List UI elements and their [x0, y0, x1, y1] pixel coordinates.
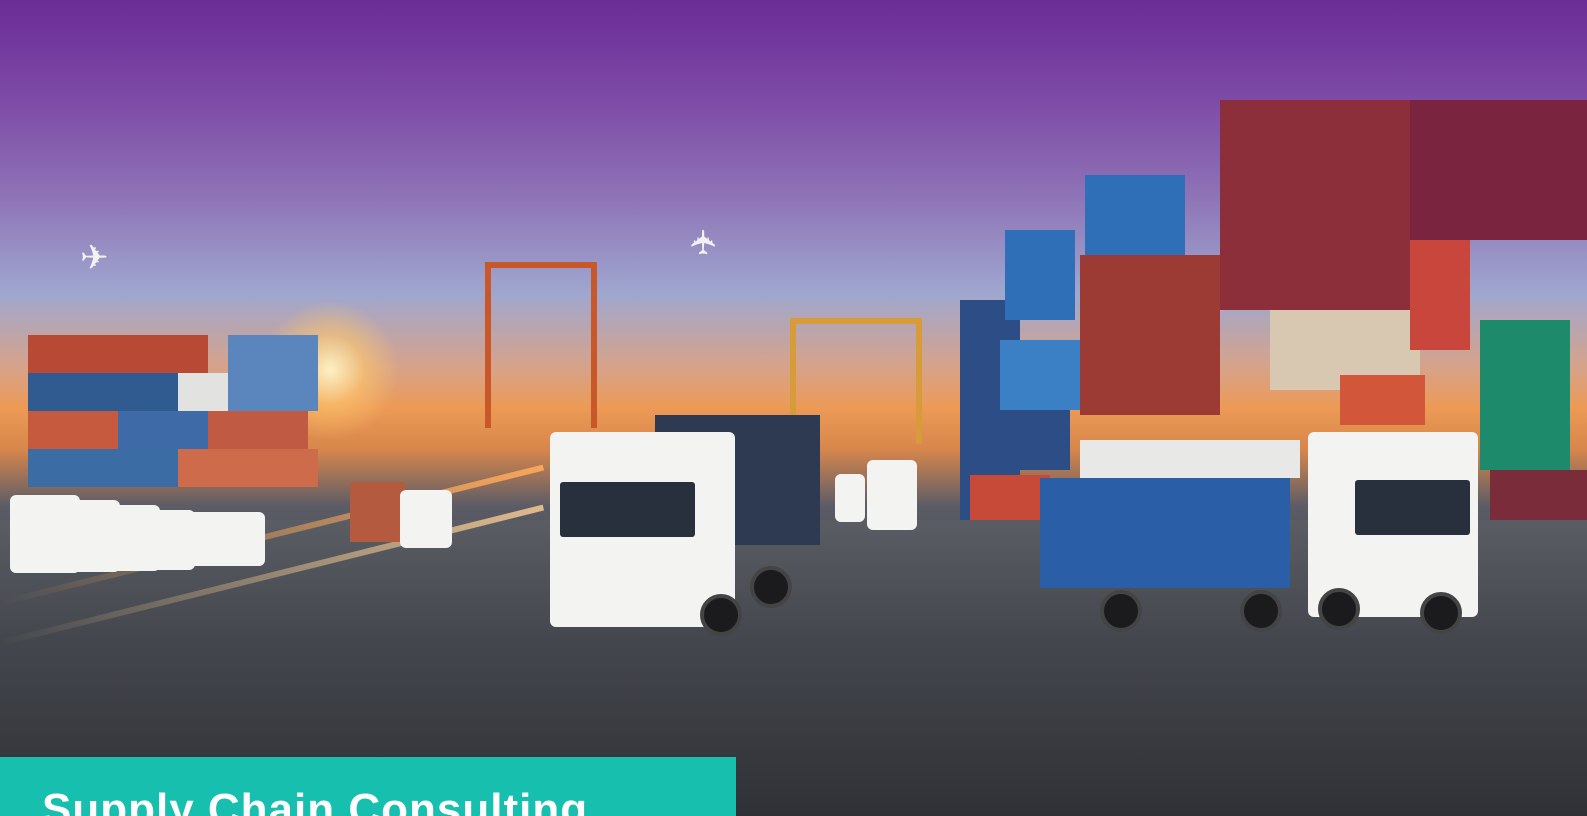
title-banner: Supply Chain Consulting: [0, 757, 736, 816]
banner-title: Supply Chain Consulting: [42, 785, 589, 816]
hero-banner: ✈ ✈ Supply Chain Consulting: [0, 0, 1587, 816]
airplane-center-icon: ✈: [685, 227, 724, 257]
port-crane-left: [485, 262, 597, 428]
airplane-left-icon: ✈: [80, 239, 109, 277]
